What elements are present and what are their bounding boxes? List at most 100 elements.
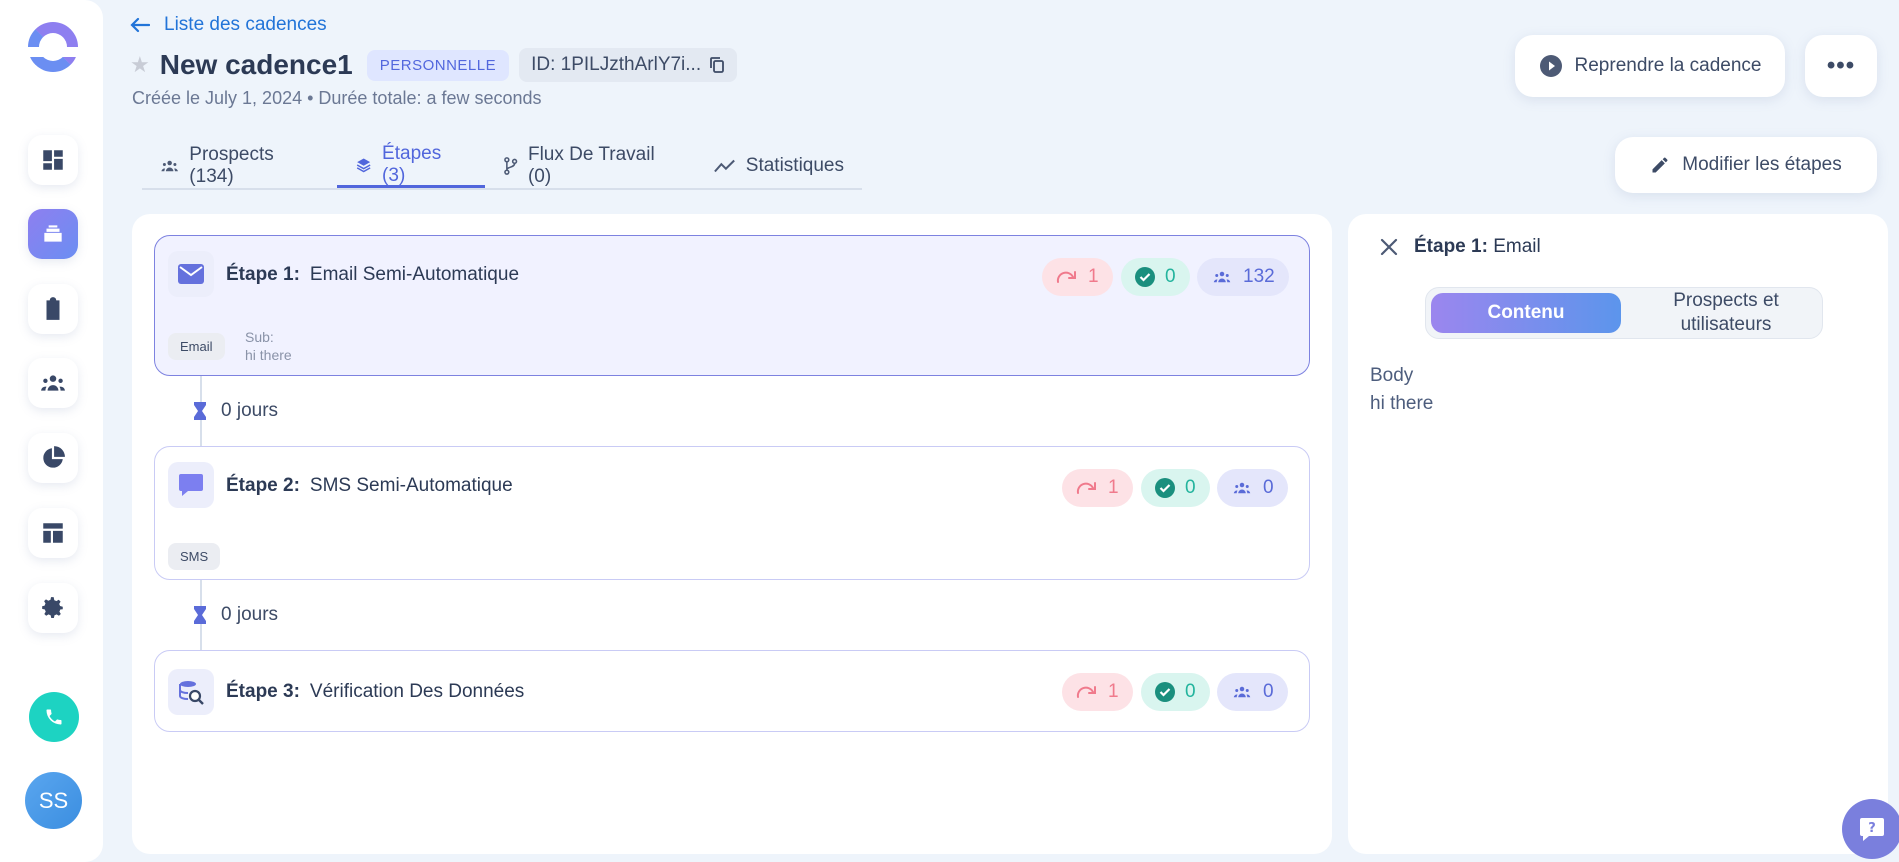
prospects-count: 132 [1243, 266, 1275, 287]
pencil-icon [1652, 157, 1668, 173]
clipboard-icon [46, 297, 60, 320]
templates-nav-button[interactable] [28, 508, 78, 558]
title-row: ★ New cadence1 PERSONNELLE ID: 1PILJzthA… [130, 48, 738, 82]
back-to-cadences-link[interactable]: Liste des cadences [130, 14, 327, 36]
star-icon[interactable]: ★ [130, 52, 150, 78]
users-icon [161, 160, 178, 172]
tab-prospects-users[interactable]: Prospects et utilisateurs [1631, 290, 1821, 336]
close-icon[interactable] [1380, 238, 1398, 256]
skipped-count: 1 [1108, 681, 1119, 702]
completed-count: 0 [1165, 266, 1176, 287]
step-card-1[interactable]: Étape 1: Email Semi-Automatique 1 0 132 E… [154, 235, 1310, 376]
step-name: SMS Semi-Automatique [309, 475, 513, 496]
skipped-count: 1 [1088, 266, 1099, 287]
cadence-stack-icon [44, 225, 62, 242]
step-name: Vérification Des Données [309, 681, 525, 702]
delay-label: 0 jours [221, 400, 279, 421]
tab-statistics[interactable]: Statistiques [696, 144, 862, 188]
edit-steps-label: Modifier les étapes [1682, 154, 1842, 175]
tab-workflows-label: Flux De Travail (0) [527, 144, 655, 187]
step-title: Étape 2: SMS Semi-Automatique [226, 475, 513, 497]
tab-workflows[interactable]: Flux De Travail (0) [485, 144, 696, 188]
tab-prospects[interactable]: Prospects (134) [142, 144, 337, 188]
redo-arrow-icon [1076, 482, 1096, 494]
resume-cadence-label: Reprendre la cadence [1574, 55, 1762, 76]
skipped-count: 1 [1108, 477, 1119, 498]
email-subject-preview: Sub: hi there [245, 328, 292, 364]
dashboard-nav-button[interactable] [28, 135, 78, 185]
users-icon [1213, 271, 1231, 283]
message-icon [168, 462, 214, 508]
layers-icon [356, 157, 371, 172]
hourglass-icon [194, 402, 206, 420]
redo-arrow-icon [1076, 686, 1096, 698]
data-check-icon [168, 669, 214, 715]
users-icon [1233, 482, 1251, 494]
dashboard-icon [43, 150, 63, 170]
step-type-tag: Email [168, 333, 225, 360]
tab-steps[interactable]: Étapes (3) [336, 143, 485, 188]
arrow-left-icon [130, 17, 150, 33]
more-dots-icon: ••• [1826, 52, 1856, 79]
edit-steps-button[interactable]: Modifier les étapes [1615, 137, 1877, 193]
phone-button[interactable] [29, 692, 79, 742]
completed-count-pill[interactable]: 0 [1121, 258, 1190, 296]
completed-count-pill[interactable]: 0 [1141, 469, 1210, 507]
users-icon [1233, 686, 1251, 698]
step-detail-header: Étape 1: Email [1380, 236, 1541, 258]
cadence-id-badge[interactable]: ID: 1PILJzthArlY7i... [519, 48, 738, 82]
hourglass-icon [194, 606, 206, 624]
tab-content[interactable]: Contenu [1431, 293, 1621, 333]
tasks-nav-button[interactable] [28, 284, 78, 334]
help-button[interactable]: ? [1842, 799, 1899, 859]
people-nav-button[interactable] [28, 358, 78, 408]
cadence-tabs: Prospects (134) Étapes (3) Flux De Trava… [142, 143, 862, 190]
layout-icon [43, 523, 63, 543]
detail-view-toggle: Contenu Prospects et utilisateurs [1425, 287, 1823, 339]
check-circle-icon [1135, 267, 1155, 287]
workflow-icon [503, 157, 517, 175]
subject-label: Sub: [245, 329, 274, 345]
prospects-count: 0 [1263, 681, 1274, 702]
help-chat-icon: ? [1860, 818, 1884, 841]
people-icon [41, 375, 65, 391]
prospects-count-pill[interactable]: 0 [1217, 673, 1288, 711]
skipped-count-pill[interactable]: 1 [1062, 469, 1133, 507]
skipped-count-pill[interactable]: 1 [1042, 258, 1113, 296]
check-circle-icon [1155, 682, 1175, 702]
prospects-count: 0 [1263, 477, 1274, 498]
cadences-nav-button[interactable] [28, 209, 78, 259]
chart-line-icon [713, 159, 735, 173]
detail-name: Email [1493, 236, 1541, 257]
step-card-3[interactable]: Étape 3: Vérification Des Données 1 0 0 [154, 650, 1310, 732]
settings-nav-button[interactable] [28, 583, 78, 633]
gear-icon [42, 597, 63, 618]
app-logo[interactable] [27, 22, 79, 72]
step-name: Email Semi-Automatique [309, 264, 520, 285]
step-title: Étape 1: Email Semi-Automatique [226, 264, 519, 286]
sidebar: SS [0, 0, 103, 862]
user-avatar[interactable]: SS [25, 772, 82, 829]
svg-text:?: ? [1868, 821, 1876, 836]
more-options-button[interactable]: ••• [1805, 35, 1877, 97]
completed-count-pill[interactable]: 0 [1141, 673, 1210, 711]
reports-nav-button[interactable] [28, 433, 78, 483]
redo-arrow-icon [1056, 271, 1076, 283]
cadence-id-text: ID: 1PILJzthArlY7i... [531, 54, 702, 75]
prospects-count-pill[interactable]: 0 [1217, 469, 1288, 507]
subject-value: hi there [245, 347, 292, 363]
tab-prospects-label: Prospects (134) [189, 144, 274, 187]
prospects-count-pill[interactable]: 132 [1197, 258, 1289, 296]
resume-cadence-button[interactable]: Reprendre la cadence [1515, 35, 1785, 97]
step-detail-title: Étape 1: Email [1414, 236, 1541, 258]
page-title: New cadence1 [159, 49, 353, 80]
tab-statistics-label: Statistiques [745, 155, 844, 176]
skipped-count-pill[interactable]: 1 [1062, 673, 1133, 711]
detail-prefix: Étape 1: [1414, 236, 1488, 257]
step-prefix: Étape 1: [226, 264, 300, 285]
body-label: Body [1370, 365, 1414, 386]
copy-icon[interactable] [709, 56, 725, 74]
completed-count: 0 [1185, 681, 1196, 702]
step-card-2[interactable]: Étape 2: SMS Semi-Automatique 1 0 0 SMS [154, 446, 1310, 580]
body-value: hi there [1370, 393, 1434, 414]
